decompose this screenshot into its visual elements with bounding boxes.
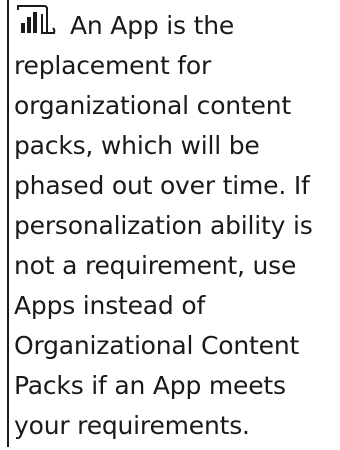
callout-paragraph: An App is the replacement for organizati… [14, 4, 330, 446]
callout-note: An App is the replacement for organizati… [0, 0, 330, 450]
callout-left-rule [7, 0, 9, 447]
power-bi-icon [14, 4, 56, 36]
callout-text: An App is the replacement for organizati… [14, 11, 313, 440]
